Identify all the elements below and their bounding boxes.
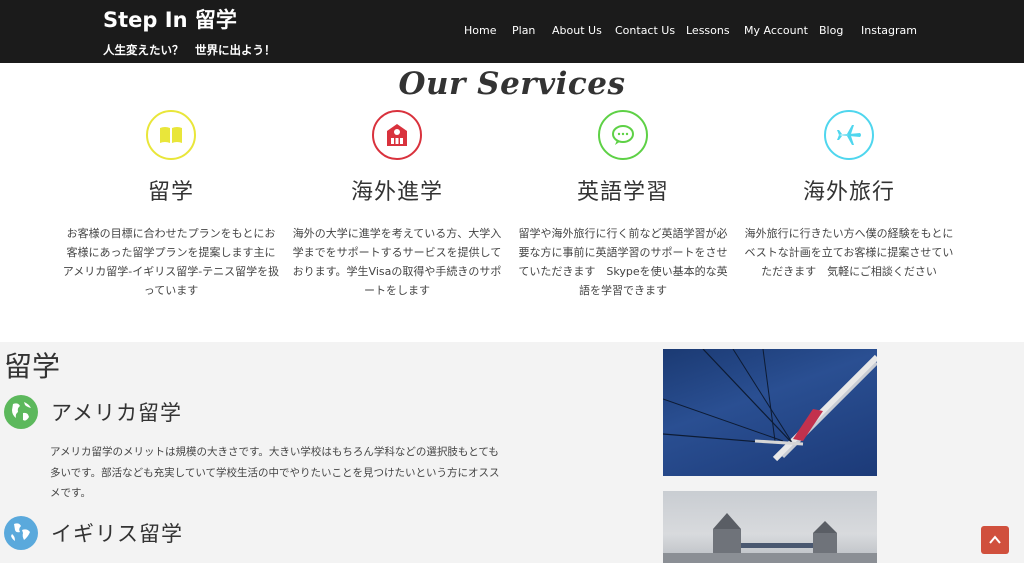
nav-contact-us[interactable]: Contact Us — [615, 24, 675, 37]
service-title: 海外旅行 — [802, 180, 895, 205]
globe-americas-icon — [4, 395, 38, 429]
service-desc: 海外の大学に進学を考えている方、大学入学までをサポートするサービスを提供しており… — [292, 227, 502, 297]
america-title: アメリカ留学 — [51, 401, 182, 425]
nav-about-us[interactable]: About Us — [552, 24, 602, 37]
nav-plan[interactable]: Plan — [512, 24, 535, 37]
service-card-kaigai-ryoko: 海外旅行 海外旅行に行きたい方へ僕の経験をもとにベストな計画を立てお客様に提案さ… — [736, 110, 962, 281]
uk-title: イギリス留学 — [51, 522, 183, 546]
nav-instagram[interactable]: Instagram — [861, 24, 917, 37]
uk-heading-row: イギリス留学 — [4, 516, 183, 550]
nav-lessons[interactable]: Lessons — [686, 24, 730, 37]
chat-bubble-icon — [598, 110, 648, 160]
america-desc: アメリカ留学のメリットは規模の大きさです。大きい学校はもちろん学科などの選択肢も… — [50, 446, 500, 499]
scroll-to-top-button[interactable] — [981, 526, 1009, 554]
photo-tower-bridge — [663, 491, 877, 563]
book-icon — [146, 110, 196, 160]
service-card-kaigai-shingaku: 海外進学 海外の大学に進学を考えている方、大学入学までをサポートするサービスを提… — [284, 110, 510, 300]
services-title: Our Services — [398, 66, 626, 102]
service-desc: お客様の目標に合わせたプランをもとにお客様にあった留学プランを提案します主に ア… — [62, 227, 280, 297]
photo-sailboat-mast — [663, 349, 877, 476]
airplane-icon — [824, 110, 874, 160]
nav-home[interactable]: Home — [464, 24, 496, 37]
site-header: Step In 留学 人生変えたい？ 世界に出よう！ Home Plan Abo… — [0, 0, 1024, 63]
service-title: 海外進学 — [350, 180, 443, 205]
service-card-ryugaku: 留学 お客様の目標に合わせたプランをもとにお客様にあった留学プランを提案します主… — [58, 110, 284, 300]
service-title: 留学 — [147, 180, 194, 205]
chevron-up-icon — [989, 535, 1001, 544]
service-desc: 海外旅行に行きたい方へ僕の経験をもとにベストな計画を立てお客様に提案させていただ… — [744, 227, 954, 278]
service-title: 英語学習 — [576, 180, 669, 205]
globe-europe-icon — [4, 516, 38, 550]
service-card-eigo-gakushu: 英語学習 留学や海外旅行に行く前など英語学習が必要な方に事前に英語学習のサポート… — [510, 110, 736, 300]
school-icon — [372, 110, 422, 160]
main-nav: Home Plan About Us Contact Us Lessons My… — [0, 0, 1024, 63]
ryugaku-heading: 留学 — [4, 350, 61, 383]
america-heading-row: アメリカ留学 — [4, 395, 182, 429]
service-desc: 留学や海外旅行に行く前など英語学習が必要な方に事前に英語学習のサポートをさせてい… — [518, 227, 728, 297]
nav-my-account[interactable]: My Account — [744, 24, 808, 37]
nav-blog[interactable]: Blog — [819, 24, 843, 37]
